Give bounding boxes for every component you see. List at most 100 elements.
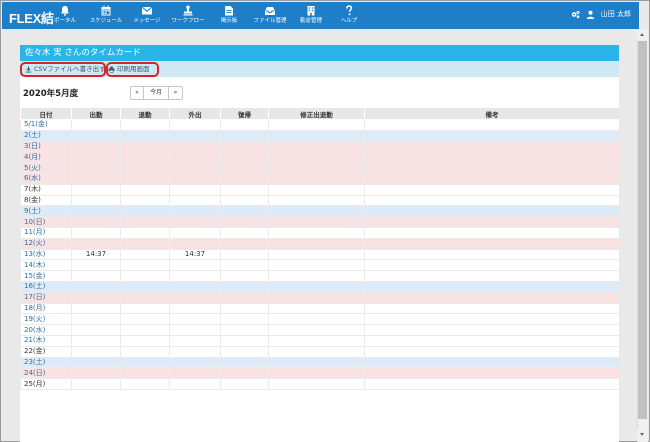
table-row: 16(土) — [20, 280, 619, 293]
date-cell[interactable]: 10(日) — [20, 216, 72, 228]
clock-out-cell — [120, 119, 170, 131]
notes-cell — [364, 356, 619, 369]
date-cell[interactable]: 5(火) — [20, 162, 72, 174]
nav-item-attendance[interactable]: 勤怠管理 — [292, 2, 330, 29]
corrected-cell — [268, 237, 365, 250]
current-month-button[interactable]: 今月 — [144, 87, 169, 99]
away-cell — [169, 345, 221, 358]
date-cell[interactable]: 6(水) — [20, 172, 72, 185]
clock-out-cell — [120, 226, 170, 239]
bell-icon — [61, 6, 69, 16]
date-cell[interactable]: 9(土) — [20, 205, 72, 218]
date-cell[interactable]: 15(金) — [20, 270, 72, 282]
clock-in-cell — [71, 205, 121, 218]
clock-out-cell — [120, 334, 170, 347]
date-cell[interactable]: 20(水) — [20, 324, 72, 336]
nav-item-help[interactable]: ヘルプ — [330, 2, 368, 29]
clock-in-cell — [71, 119, 121, 131]
return-cell — [220, 334, 269, 347]
table-row: 6(水) — [20, 172, 619, 185]
nav-label: ワークフロー — [171, 18, 205, 24]
clock-in-cell — [71, 334, 121, 347]
return-cell — [220, 205, 269, 218]
header-date[interactable]: 日付 — [20, 107, 72, 120]
date-cell[interactable]: 5/1(金) — [20, 119, 72, 131]
return-cell — [220, 194, 269, 207]
highlight-print — [106, 62, 159, 77]
header-clock-in[interactable]: 出勤 — [71, 107, 121, 120]
header-away[interactable]: 外出 — [169, 107, 221, 120]
nav-item-portal[interactable]: ポータル — [46, 2, 84, 29]
nav-item-bulletin[interactable]: 掲示板 — [210, 2, 248, 29]
notes-cell — [364, 237, 619, 250]
away-cell — [169, 129, 221, 142]
notes-cell — [364, 367, 619, 380]
header-clock-out[interactable]: 退勤 — [120, 107, 170, 120]
clock-out-cell — [120, 313, 170, 326]
nav-item-workflow[interactable]: ワークフロー — [166, 2, 210, 29]
user-name[interactable]: 山田 太郎 — [601, 9, 631, 19]
date-cell[interactable]: 24(日) — [20, 367, 72, 380]
prev-month-button[interactable]: « — [131, 87, 144, 99]
date-cell[interactable]: 12(火) — [20, 237, 72, 250]
gears-icon[interactable] — [571, 10, 580, 19]
nav-label: メッセージ — [133, 18, 161, 24]
date-cell[interactable]: 13(水) — [20, 248, 72, 261]
date-cell[interactable]: 14(木) — [20, 259, 72, 272]
date-cell[interactable]: 16(土) — [20, 280, 72, 293]
away-cell — [169, 151, 221, 164]
clock-in-cell — [71, 237, 121, 250]
table-row: 10(日) — [20, 216, 619, 228]
date-cell[interactable]: 2(土) — [20, 129, 72, 142]
date-cell[interactable]: 23(土) — [20, 356, 72, 369]
date-cell[interactable]: 18(月) — [20, 302, 72, 315]
notes-cell — [364, 378, 619, 390]
notes-cell — [364, 129, 619, 142]
clock-out-cell — [120, 259, 170, 272]
date-cell[interactable]: 17(日) — [20, 291, 72, 304]
away-cell — [169, 205, 221, 218]
scrollbar-thumb[interactable] — [638, 41, 647, 419]
next-month-button[interactable]: » — [169, 87, 182, 99]
date-cell[interactable]: 22(金) — [20, 345, 72, 358]
corrected-cell — [268, 302, 365, 315]
table-row: 13(水) 14:37 14:37 — [20, 248, 619, 261]
notes-cell — [364, 291, 619, 304]
clock-in-cell: 14:37 — [71, 248, 121, 261]
table-row: 15(金) — [20, 270, 619, 282]
clock-in-cell — [71, 302, 121, 315]
date-cell[interactable]: 7(木) — [20, 183, 72, 196]
scroll-down-arrow[interactable] — [637, 429, 648, 440]
table-row: 23(土) — [20, 356, 619, 369]
date-cell[interactable]: 25(月) — [20, 378, 72, 390]
nav-item-message[interactable]: メッセージ — [128, 2, 166, 29]
clock-out-cell — [120, 345, 170, 358]
corrected-cell — [268, 216, 365, 228]
clock-in-cell — [71, 270, 121, 282]
return-cell — [220, 259, 269, 272]
clock-out-cell — [120, 237, 170, 250]
away-cell — [169, 313, 221, 326]
away-cell — [169, 270, 221, 282]
date-cell[interactable]: 21(木) — [20, 334, 72, 347]
notes-cell — [364, 259, 619, 272]
clock-in-cell — [71, 356, 121, 369]
corrected-cell — [268, 291, 365, 304]
date-cell[interactable]: 19(火) — [20, 313, 72, 326]
date-cell[interactable]: 11(月) — [20, 226, 72, 239]
table-row: 12(火) — [20, 237, 619, 250]
table-body: 5/1(金) 2(土) 3(日) 4(月) 5(火) 6(水) 7(木) 8(金) 9(土) 10… — [20, 119, 619, 390]
scroll-up-arrow[interactable] — [637, 29, 648, 40]
header-return[interactable]: 復帰 — [220, 107, 269, 120]
date-cell[interactable]: 3(日) — [20, 140, 72, 153]
date-cell[interactable]: 4(月) — [20, 151, 72, 164]
date-cell[interactable]: 8(金) — [20, 194, 72, 207]
nav-item-schedule[interactable]: スケジュール — [84, 2, 128, 29]
corrected-cell — [268, 226, 365, 239]
user-icon[interactable] — [586, 10, 595, 19]
nav-item-file-management[interactable]: ファイル管理 — [248, 2, 292, 29]
header-corrected[interactable]: 修正出退勤 — [268, 107, 365, 120]
clock-out-cell — [120, 129, 170, 142]
return-cell — [220, 226, 269, 239]
header-notes[interactable]: 備考 — [364, 107, 619, 120]
